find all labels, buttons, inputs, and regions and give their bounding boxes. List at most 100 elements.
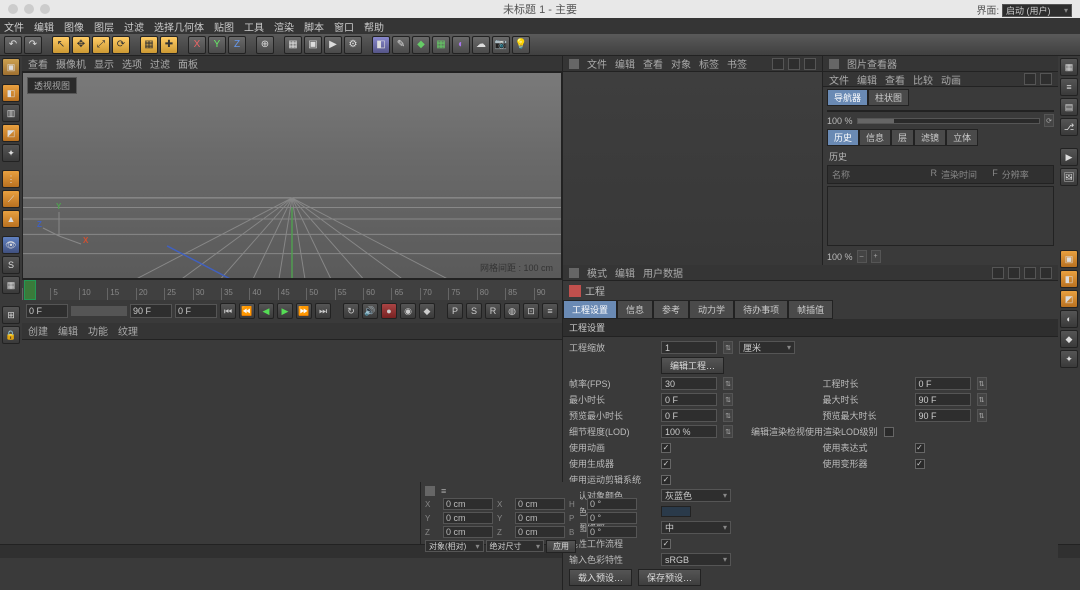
- rot-b[interactable]: 0 °: [587, 526, 637, 538]
- menu-layer[interactable]: 图层: [94, 19, 114, 34]
- vp-menu-view[interactable]: 查看: [28, 56, 48, 71]
- pv-zoom-minus-icon[interactable]: –: [857, 250, 867, 263]
- pv-tab-navigator[interactable]: 导航器: [827, 89, 868, 106]
- coord-system-icon[interactable]: ⊕: [256, 36, 274, 54]
- key-pos-icon[interactable]: P: [447, 303, 463, 319]
- playhead[interactable]: [24, 280, 36, 300]
- goto-end-icon[interactable]: ⏭: [315, 303, 331, 319]
- content-browser-icon[interactable]: ▦: [1060, 58, 1078, 76]
- am-lock-icon[interactable]: [1040, 267, 1052, 279]
- goto-start-icon[interactable]: ⏮: [220, 303, 236, 319]
- menu-render[interactable]: 渲染: [274, 19, 294, 34]
- light-icon[interactable]: 💡: [512, 36, 530, 54]
- menu-tools[interactable]: 工具: [244, 19, 264, 34]
- cmd-d-icon[interactable]: ◐: [1060, 310, 1078, 328]
- timeline-end[interactable]: 90 F: [130, 304, 172, 318]
- pos-z[interactable]: 0 cm: [443, 526, 493, 538]
- am-grip-icon[interactable]: [569, 268, 579, 278]
- texture-mode-icon[interactable]: ▥: [2, 104, 20, 122]
- keyframe-sel-icon[interactable]: ◆: [419, 303, 435, 319]
- cmd-e-icon[interactable]: ◆: [1060, 330, 1078, 348]
- menu-image[interactable]: 图像: [64, 19, 84, 34]
- om-eye-icon[interactable]: [804, 58, 816, 70]
- undo-icon[interactable]: ↶: [4, 36, 22, 54]
- redo-icon[interactable]: ↷: [24, 36, 42, 54]
- om-menu-bookmarks[interactable]: 书签: [727, 56, 747, 71]
- select-tool-icon[interactable]: ↖: [52, 36, 70, 54]
- pv-ab-icon[interactable]: [1024, 73, 1036, 85]
- prev-key-icon[interactable]: ⏪: [239, 303, 255, 319]
- am-up-icon[interactable]: [1024, 267, 1036, 279]
- timeline-start[interactable]: 0 F: [26, 304, 68, 318]
- am-tab-project[interactable]: 工程设置: [563, 300, 617, 319]
- pv-grip-icon[interactable]: [829, 59, 839, 69]
- key-all-icon[interactable]: ≡: [542, 303, 558, 319]
- key-rot-icon[interactable]: R: [485, 303, 501, 319]
- next-key-icon[interactable]: ⏩: [296, 303, 312, 319]
- linear-workflow-checkbox[interactable]: ✓: [661, 539, 671, 549]
- mm-create[interactable]: 创建: [28, 323, 48, 338]
- am-fwd-icon[interactable]: [1008, 267, 1020, 279]
- prev-max-input[interactable]: 90 F: [915, 409, 971, 422]
- cmd-c-icon[interactable]: ◩: [1060, 290, 1078, 308]
- vp-menu-camera[interactable]: 摄像机: [56, 56, 86, 71]
- pos-x[interactable]: 0 cm: [443, 498, 493, 510]
- pv-history-list[interactable]: [827, 186, 1054, 246]
- key-param-icon[interactable]: ◍: [504, 303, 520, 319]
- load-preset-button[interactable]: 载入预设…: [569, 569, 632, 586]
- snap-enable-icon[interactable]: S: [2, 256, 20, 274]
- project-scale-input[interactable]: 1: [661, 341, 717, 354]
- perspective-viewport[interactable]: 透视视图: [22, 72, 562, 279]
- proj-time-input[interactable]: 0 F: [915, 377, 971, 390]
- render-queue-icon[interactable]: ▶: [1060, 148, 1078, 166]
- render-settings-icon[interactable]: ⚙: [344, 36, 362, 54]
- pv-tab-histogram[interactable]: 柱状图: [868, 89, 909, 106]
- menu-edit[interactable]: 编辑: [34, 19, 54, 34]
- z-axis-icon[interactable]: Z: [228, 36, 246, 54]
- use-anim-checkbox[interactable]: ✓: [661, 443, 671, 453]
- vp-menu-display[interactable]: 显示: [94, 56, 114, 71]
- make-editable-icon[interactable]: ▣: [2, 58, 20, 76]
- spline-pen-icon[interactable]: ✎: [392, 36, 410, 54]
- play-fwd-icon[interactable]: ▶: [277, 303, 293, 319]
- cm-grip-icon[interactable]: [425, 486, 435, 496]
- key-pla-icon[interactable]: ⊡: [523, 303, 539, 319]
- mm-edit[interactable]: 编辑: [58, 323, 78, 338]
- lod-input[interactable]: 100 %: [661, 425, 717, 438]
- pos-y[interactable]: 0 cm: [443, 512, 493, 524]
- mm-func[interactable]: 功能: [88, 323, 108, 338]
- default-color-dropdown[interactable]: 灰蓝色: [661, 489, 731, 502]
- cmd-f-icon[interactable]: ✦: [1060, 350, 1078, 368]
- om-menu-view[interactable]: 查看: [643, 56, 663, 71]
- layout-selector[interactable]: 界面: 启动 (用户): [976, 2, 1072, 17]
- key-scale-icon[interactable]: S: [466, 303, 482, 319]
- subdiv-icon[interactable]: ▦: [432, 36, 450, 54]
- menu-file[interactable]: 文件: [4, 19, 24, 34]
- om-menu-edit[interactable]: 编辑: [615, 56, 635, 71]
- menu-select-geo[interactable]: 选择几何体: [154, 19, 204, 34]
- scale-tool-icon[interactable]: ⤢: [92, 36, 110, 54]
- default-color-swatch[interactable]: [661, 506, 691, 517]
- point-mode-icon[interactable]: ⋮: [2, 170, 20, 188]
- om-menu-object[interactable]: 对象: [671, 56, 691, 71]
- lod-render-checkbox[interactable]: [884, 427, 894, 437]
- use-expr-checkbox[interactable]: ✓: [915, 443, 925, 453]
- am-menu-userdata[interactable]: 用户数据: [643, 265, 683, 280]
- model-mode-icon[interactable]: ◧: [2, 84, 20, 102]
- fps-input[interactable]: 30: [661, 377, 717, 390]
- pv-hist-tab-history[interactable]: 历史: [827, 129, 859, 146]
- generator-icon[interactable]: ◆: [412, 36, 430, 54]
- size-z[interactable]: 0 cm: [515, 526, 565, 538]
- cmd-a-icon[interactable]: ▣: [1060, 250, 1078, 268]
- coord-apply-button[interactable]: 应用: [546, 540, 576, 553]
- pv-zoom-reset-icon[interactable]: ⟳: [1044, 114, 1054, 127]
- object-mode-icon[interactable]: ◩: [2, 124, 20, 142]
- om-menu-tags[interactable]: 标签: [699, 56, 719, 71]
- use-motion-checkbox[interactable]: ✓: [661, 475, 671, 485]
- prev-min-input[interactable]: 0 F: [661, 409, 717, 422]
- am-tab-info[interactable]: 信息: [617, 300, 653, 319]
- snap-lock-icon[interactable]: 🔒: [2, 326, 20, 344]
- coord-size-dropdown[interactable]: 绝对尺寸: [486, 540, 545, 552]
- play-back-icon[interactable]: ◀: [258, 303, 274, 319]
- am-tab-ref[interactable]: 参考: [653, 300, 689, 319]
